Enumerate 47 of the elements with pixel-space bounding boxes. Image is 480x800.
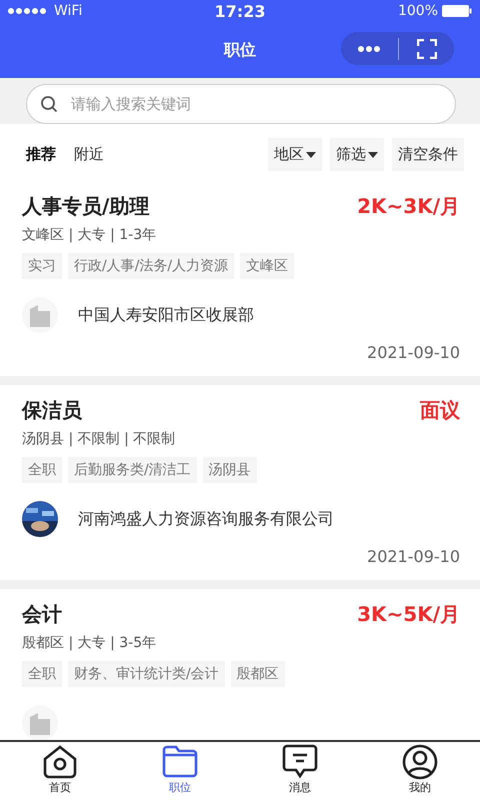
company-name[interactable]: 中国人寿安阳市区收展部 — [78, 304, 254, 326]
job-title[interactable]: 会计 — [22, 601, 62, 628]
company-name[interactable]: 河南鸿盛人力资源咨询服务有限公司 — [78, 508, 334, 530]
folder-icon — [161, 744, 199, 780]
post-date: 2021-09-10 — [366, 547, 460, 568]
category-tab[interactable]: 推荐 — [26, 139, 70, 170]
carrier-label: WiFi — [54, 3, 82, 19]
job-tag: 殷都区 — [230, 661, 285, 687]
salary: 3K~5K/月 — [357, 601, 460, 628]
category-tab[interactable]: 附近 — [74, 139, 118, 170]
job-meta: 文峰区 | 大专 | 1-3年 — [22, 226, 158, 244]
battery-percent: 100% — [398, 3, 438, 19]
clear-filters-button[interactable]: 清空条件 — [392, 138, 464, 171]
job-title[interactable]: 人事专员/助理 — [22, 193, 150, 220]
caret-icon — [306, 152, 316, 158]
tab-bar-item[interactable]: 职位 — [120, 742, 240, 800]
job-tag: 后勤服务类/清洁工 — [68, 457, 197, 483]
tab-bar-item[interactable]: 首页 — [0, 742, 120, 800]
fullscreen-icon[interactable] — [417, 38, 437, 58]
job-tag: 全职 — [22, 661, 62, 687]
job-meta: 汤阴县 | 不限制 | 不限制 — [22, 430, 176, 448]
filter-dropdown[interactable]: 筛选 — [330, 138, 384, 171]
home-icon — [41, 744, 79, 780]
job-tag: 全职 — [22, 457, 62, 483]
user-icon — [401, 744, 439, 780]
signal-icon — [8, 8, 46, 14]
job-meta: 殷都区 | 大专 | 3-5年 — [22, 634, 158, 652]
tab-bar-item[interactable]: 我的 — [360, 742, 480, 800]
post-date: 2021-09-10 — [366, 343, 460, 364]
job-tag: 实习 — [22, 253, 62, 279]
building-icon — [22, 297, 58, 333]
job-tag: 汤阴县 — [202, 457, 257, 483]
salary: 2K~3K/月 — [357, 193, 460, 220]
more-icon[interactable] — [358, 44, 380, 52]
status-time: 17:23 — [214, 2, 266, 20]
filter-dropdown[interactable]: 地区 — [268, 138, 322, 171]
salary: 面议 — [420, 397, 460, 424]
tab-bar-item[interactable]: 消息 — [240, 742, 360, 800]
page-title: 职位 — [224, 40, 256, 60]
battery-icon — [442, 5, 472, 17]
search-field[interactable]: 请输入搜索关键词 — [26, 84, 456, 124]
job-tag: 文峰区 — [240, 253, 294, 279]
caret-icon — [368, 152, 378, 158]
job-title[interactable]: 保洁员 — [22, 397, 82, 424]
message-icon — [281, 744, 319, 780]
job-tag: 行政/人事/法务/人力资源 — [68, 253, 234, 279]
job-tag: 财务、审计统计类/会计 — [68, 661, 225, 687]
